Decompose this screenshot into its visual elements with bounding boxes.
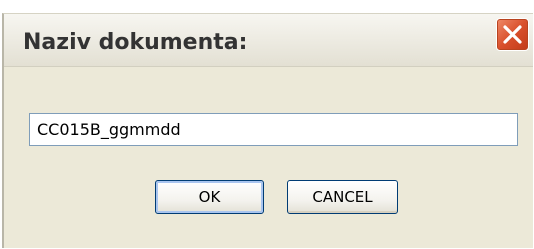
dialog-titlebar[interactable]: Naziv dokumenta: (4, 14, 533, 67)
ok-button[interactable]: OK (155, 180, 264, 214)
close-button[interactable] (496, 18, 529, 51)
cancel-button[interactable]: CANCEL (287, 180, 398, 214)
screen: Naziv dokumenta: CC015B_ggmmdd OK CANCEL (0, 0, 534, 248)
dialog-body: CC015B_ggmmdd OK CANCEL (4, 67, 533, 249)
document-name-dialog: Naziv dokumenta: CC015B_ggmmdd OK CANCEL (2, 13, 533, 248)
document-name-input[interactable]: CC015B_ggmmdd (29, 113, 518, 146)
close-icon (503, 25, 522, 44)
dialog-title: Naziv dokumenta: (23, 30, 248, 55)
